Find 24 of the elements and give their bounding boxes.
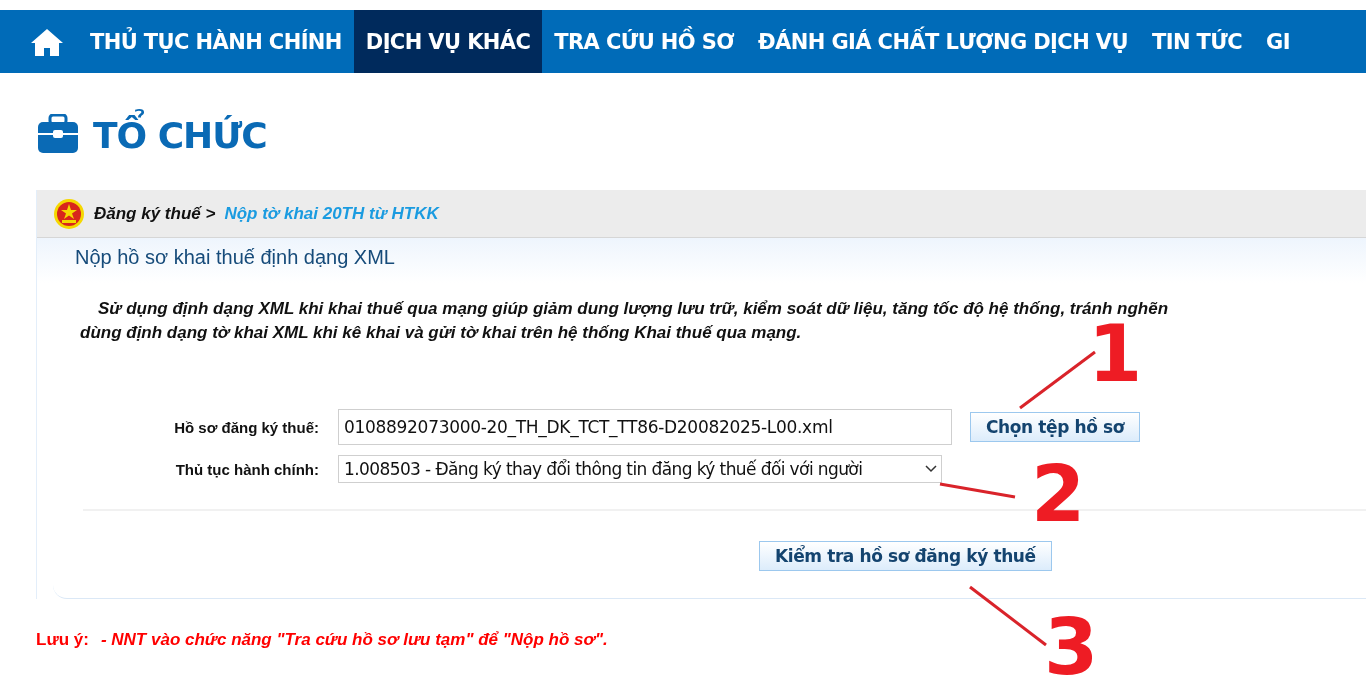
field-label: Thủ tục hành chính: [174, 460, 319, 478]
emblem-icon [53, 197, 85, 230]
panel-title: Nộp hồ sơ khai thuế định dạng XML [75, 246, 395, 269]
briefcase-icon [37, 114, 79, 154]
step-number: 2 [1031, 455, 1086, 533]
nav-item[interactable]: DỊCH VỤ KHÁC [353, 10, 543, 73]
procedure-select[interactable]: 1.008503 - Đăng ký thay đổi thông tin đăng ký thuế đối với người [338, 455, 942, 483]
note-text: - NNT vào chức năng "Tra cứu hồ sơ lưu tạm" để "Nộp hồ sơ". [100, 630, 608, 650]
nav-item[interactable]: TRA CỨU HỒ SƠ [542, 10, 747, 73]
nav-item[interactable]: GI [1254, 10, 1302, 73]
intro-text: dùng định dạng tờ khai XML khi kê khai và gửi tờ khai trên hệ thống Khai thuế qua mạng. [80, 322, 803, 344]
nav-item[interactable]: THỦ TỤC HÀNH CHÍNH [78, 10, 354, 73]
nav-item[interactable]: ĐÁNH GIÁ CHẤT LƯỢNG DỊCH VỤ [746, 10, 1140, 73]
page-title: TỔ CHỨC [93, 108, 267, 160]
nav-item[interactable]: TIN TỨC [1139, 10, 1255, 73]
field-label: Hồ sơ đăng ký thuế: [173, 418, 319, 436]
check-file-button[interactable]: Kiểm tra hồ sơ đăng ký thuế [759, 541, 1052, 571]
file-field[interactable]: 0108892073000-20_TH_DK_TCT_TT86-D20082025-L00.xml [338, 409, 952, 445]
step-number: 3 [1044, 608, 1099, 686]
breadcrumb-link[interactable]: Đăng ký thuế > [94, 203, 216, 224]
note-label: Lưu ý: [36, 630, 89, 650]
intro-text: Sử dụng định dạng XML khi khai thuế qua mạng giúp giảm dung lượng lưu trữ, kiểm soát dữ liệu, tăng tốc độ hệ thống, tránh nghẽn [97, 298, 1170, 320]
choose-file-button[interactable]: Chọn tệp hồ sơ [970, 412, 1140, 442]
chevron-down-icon [925, 465, 937, 473]
